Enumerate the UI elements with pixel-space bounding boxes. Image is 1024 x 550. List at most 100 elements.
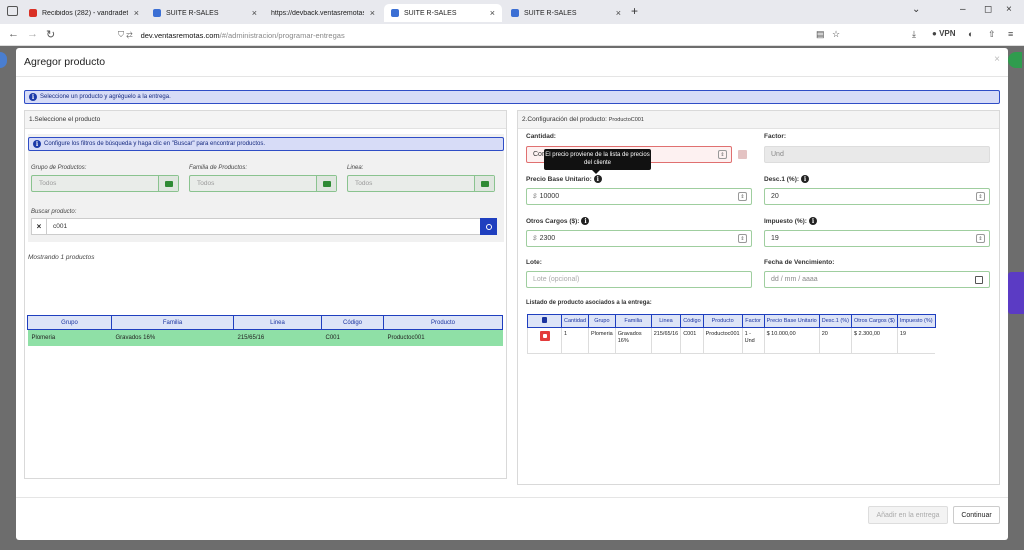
search-label: Buscar producto: xyxy=(31,209,77,215)
info-icon[interactable]: i xyxy=(808,217,817,225)
clear-search-button[interactable]: × xyxy=(32,219,47,234)
delete-cell xyxy=(527,327,562,354)
cell-family: Gravados 16% xyxy=(111,329,234,346)
selected-product-name: ProductoC001 xyxy=(608,116,644,123)
factor-value: Und xyxy=(771,151,784,158)
product-search: × c001 xyxy=(31,218,497,235)
column-header: Cantidad xyxy=(560,314,590,328)
spinner-icon[interactable]: ⇕ xyxy=(718,150,727,159)
calendar-icon[interactable] xyxy=(975,276,983,284)
search-input[interactable]: c001 xyxy=(47,223,480,230)
suite-favicon-icon xyxy=(391,9,399,17)
lot-label: Lote: xyxy=(526,259,542,266)
delete-row-button[interactable] xyxy=(539,331,550,341)
group-select[interactable]: Todos xyxy=(31,175,179,192)
alert-text: Configure los filtros de búsqueda y haga… xyxy=(44,141,266,147)
cell-group: Plomeria xyxy=(588,327,616,354)
price-label-row: Precio Base Unitario: i xyxy=(526,175,605,183)
spinner-icon[interactable]: ⇕ xyxy=(976,192,985,201)
address-bar[interactable]: ⛉ ⇄ dev.ventasremotas.com/#/administraci… xyxy=(118,27,848,43)
minimize-icon[interactable]: – xyxy=(960,4,966,15)
continue-button[interactable]: Continuar xyxy=(953,506,1000,524)
expiry-date-input[interactable]: dd / mm / aaaa xyxy=(764,271,990,288)
group-picker-button[interactable] xyxy=(158,176,178,191)
quantity-label: Cantidad: xyxy=(526,133,556,140)
download-icon[interactable]: ⤓ xyxy=(912,29,916,40)
close-icon[interactable]: × xyxy=(134,8,139,18)
table-row[interactable]: Plomeria Gravados 16% 215/65/16 C001 Pro… xyxy=(27,329,503,346)
url-path: /#/administracion/programar-entregas xyxy=(219,30,345,40)
line-label: Linea: xyxy=(347,165,364,171)
modal-footer: Añadir en la entrega Continuar xyxy=(16,497,1008,540)
tab-suite-3[interactable]: SUITE R-SALES × xyxy=(504,4,628,22)
tab-overview-icon[interactable] xyxy=(7,6,18,16)
avatar[interactable] xyxy=(1008,52,1022,68)
products-table: Grupo Familia Linea Código Producto Plom… xyxy=(27,315,503,346)
spinner-icon[interactable]: ⇕ xyxy=(976,234,985,243)
bookmark-star-icon[interactable]: ☆ xyxy=(832,29,840,40)
column-header: Producto xyxy=(383,315,503,330)
back-icon[interactable]: ← xyxy=(8,28,19,40)
tax-input[interactable]: 19 ⇕ xyxy=(764,230,990,247)
close-icon[interactable]: × xyxy=(994,54,1000,65)
unit-price-input[interactable]: $ 10000 ⇕ xyxy=(526,188,752,205)
modal-header: Agregor producto xyxy=(16,48,1008,77)
side-help-tab[interactable] xyxy=(1008,272,1024,314)
tab-suite-active[interactable]: SUITE R-SALES × xyxy=(384,4,502,22)
discount-input[interactable]: 20 ⇕ xyxy=(764,188,990,205)
tab-devback[interactable]: https://devback.ventasremotas × xyxy=(264,4,382,22)
lot-input[interactable]: Lote (opcional) xyxy=(526,271,752,288)
share-icon[interactable]: ⇧ xyxy=(988,29,996,40)
gmail-icon xyxy=(29,9,37,17)
family-select[interactable]: Todos xyxy=(189,175,337,192)
tab-suite-1[interactable]: SUITE R-SALES × xyxy=(146,4,264,22)
close-icon[interactable]: × xyxy=(370,8,375,18)
tab-label: SUITE R-SALES xyxy=(524,9,577,17)
maximize-icon[interactable]: ◻ xyxy=(984,4,992,15)
close-icon[interactable]: × xyxy=(252,8,257,18)
info-icon[interactable]: i xyxy=(801,175,810,183)
line-select[interactable]: Todos xyxy=(347,175,495,192)
line-value: Todos xyxy=(355,180,373,187)
column-header: Otros Cargos ($) xyxy=(850,314,898,328)
reader-mode-icon[interactable]: ▤ xyxy=(816,29,825,40)
info-icon[interactable]: i xyxy=(593,175,602,183)
other-charges-input[interactable]: $ 2300 ⇕ xyxy=(526,230,752,247)
associated-list-title: Listado de producto asociados a la entre… xyxy=(526,300,652,306)
menu-icon[interactable]: ≡ xyxy=(1008,29,1013,39)
tab-label: Recibidos (282) - vandradet06@ xyxy=(42,9,128,17)
calculator-icon[interactable] xyxy=(738,150,747,159)
column-header: Familia xyxy=(111,315,234,330)
search-button[interactable] xyxy=(480,218,497,235)
users-icon xyxy=(480,180,489,187)
close-icon[interactable]: × xyxy=(490,8,495,18)
spinner-icon[interactable]: ⇕ xyxy=(738,234,747,243)
column-header: Linea xyxy=(233,315,322,330)
new-tab-icon[interactable]: + xyxy=(631,4,638,18)
price-label: Precio Base Unitario: xyxy=(526,175,592,183)
discount-value: 20 xyxy=(771,193,779,200)
url-domain: dev.ventasremotas.com xyxy=(140,30,220,40)
cell-line: 215/65/16 xyxy=(233,329,322,346)
family-label: Familia de Productos: xyxy=(189,165,248,171)
factor-input[interactable]: Und xyxy=(764,146,990,163)
spinner-icon[interactable]: ⇕ xyxy=(738,192,747,201)
window-close-icon[interactable]: × xyxy=(1006,4,1012,15)
info-icon[interactable]: i xyxy=(581,217,590,225)
column-header: Grupo xyxy=(27,315,112,330)
tax-value: 19 xyxy=(771,235,779,242)
reload-icon[interactable]: ↻ xyxy=(46,28,55,41)
family-value: Todos xyxy=(197,180,215,187)
column-header: Linea xyxy=(650,314,682,328)
cell-discount: 20 xyxy=(818,327,852,354)
family-picker-button[interactable] xyxy=(316,176,336,191)
forward-icon[interactable]: → xyxy=(27,28,38,40)
vpn-button[interactable]: ● VPN xyxy=(932,29,956,38)
close-icon[interactable]: × xyxy=(616,8,621,18)
discount-label: Desc.1 (%): xyxy=(764,175,800,183)
extension-icon[interactable]: ◐ xyxy=(968,29,973,39)
chevron-down-icon[interactable]: ⌄ xyxy=(912,4,920,15)
tab-gmail[interactable]: Recibidos (282) - vandradet06@ × xyxy=(22,4,146,22)
line-picker-button[interactable] xyxy=(474,176,494,191)
add-to-delivery-button[interactable]: Añadir en la entrega xyxy=(868,506,948,524)
